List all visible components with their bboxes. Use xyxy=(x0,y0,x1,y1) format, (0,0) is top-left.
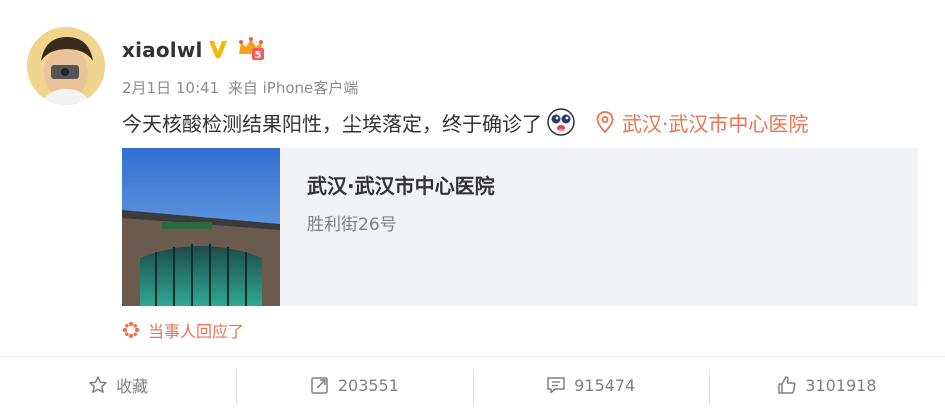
location-card[interactable]: 武汉·武汉市中心医院 胜利街26号 xyxy=(122,148,918,306)
weibo-post: xiaolwl 5 2月1日 10:41 来自 iPhone客户端 今天核酸检测… xyxy=(0,0,945,413)
location-link[interactable]: 武汉·武汉市中心医院 xyxy=(622,108,808,137)
comment-button[interactable]: 915474 xyxy=(472,357,709,413)
like-button[interactable]: 3101918 xyxy=(708,357,945,413)
post-timestamp[interactable]: 2月1日 10:41 xyxy=(122,79,219,97)
repost-count: 203551 xyxy=(337,375,399,395)
comment-count: 915474 xyxy=(574,375,636,395)
comment-icon xyxy=(547,377,565,394)
verified-v-icon xyxy=(209,41,227,58)
thumbs-up-icon xyxy=(778,376,796,394)
like-count: 3101918 xyxy=(805,375,877,395)
emoji-face-icon xyxy=(547,108,575,136)
location-pin-icon xyxy=(596,111,614,133)
location-card-title: 武汉·武汉市中心医院 xyxy=(307,174,495,198)
post-source: 来自 iPhone客户端 xyxy=(227,79,359,97)
star-icon xyxy=(89,376,107,393)
post-text: 今天核酸检测结果阳性，尘埃落定，终于确诊了 xyxy=(122,111,542,136)
post-content: 今天核酸检测结果阳性，尘埃落定，终于确诊了 武汉·武汉市中心医院 xyxy=(122,107,808,137)
action-bar: 收藏 203551 915474 3101918 xyxy=(0,357,945,413)
location-card-image xyxy=(122,148,280,306)
vip-crown-icon[interactable]: 5 xyxy=(236,36,266,62)
reply-note-label: 当事人回应了 xyxy=(148,322,245,341)
svg-text:5: 5 xyxy=(255,50,262,61)
favorite-button[interactable]: 收藏 xyxy=(0,357,236,413)
favorite-label: 收藏 xyxy=(116,377,149,396)
location-card-address: 胜利街26号 xyxy=(307,215,397,235)
reply-note[interactable]: 当事人回应了 xyxy=(122,318,244,342)
avatar[interactable] xyxy=(27,27,105,105)
reply-star-icon xyxy=(122,321,140,339)
username[interactable]: xiaolwl xyxy=(122,38,203,62)
repost-icon xyxy=(311,377,328,394)
post-meta: 2月1日 10:41 来自 iPhone客户端 xyxy=(122,77,358,98)
repost-button[interactable]: 203551 xyxy=(236,357,472,413)
